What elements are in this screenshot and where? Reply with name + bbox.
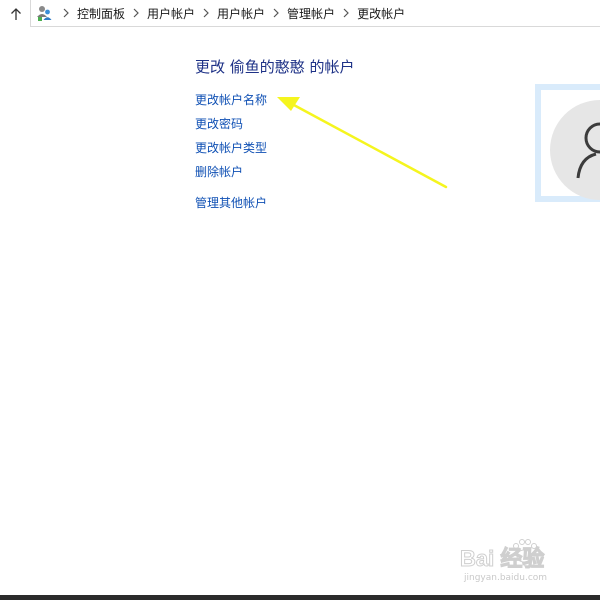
breadcrumb-item-manage-accounts[interactable]: 管理帐户 — [287, 5, 335, 22]
breadcrumb-item-control-panel[interactable]: 控制面板 — [77, 5, 125, 22]
breadcrumb-item-user-accounts[interactable]: 用户帐户 — [147, 5, 195, 22]
breadcrumb-item-change-account[interactable]: 更改帐户 — [357, 5, 405, 22]
chevron-right-icon[interactable] — [340, 7, 352, 19]
up-button[interactable] — [6, 5, 26, 23]
chevron-right-icon[interactable] — [270, 7, 282, 19]
taskbar-edge — [0, 595, 600, 600]
page-title: 更改 偷鱼的憨憨 的帐户 — [195, 58, 355, 76]
breadcrumb[interactable]: 控制面板 用户帐户 用户帐户 管理帐户 更改帐户 — [30, 0, 600, 27]
breadcrumb-item-user-accounts-2[interactable]: 用户帐户 — [217, 5, 265, 22]
chevron-right-icon — [60, 7, 72, 19]
chevron-right-icon[interactable] — [200, 7, 212, 19]
annotation-arrow — [277, 97, 448, 189]
watermark-text: Bai 经验 — [460, 546, 544, 571]
control-panel-users-icon — [35, 4, 53, 22]
control-panel-window: 控制面板 用户帐户 用户帐户 管理帐户 更改帐户 更改 偷鱼的憨憨 的帐户 更改… — [0, 0, 600, 600]
watermark-url: jingyan.baidu.com — [464, 573, 548, 583]
manage-other-accounts-link[interactable]: 管理其他帐户 — [195, 194, 267, 211]
change-account-name-link[interactable]: 更改帐户名称 — [195, 91, 267, 108]
change-password-link[interactable]: 更改密码 — [195, 115, 243, 132]
delete-account-link[interactable]: 删除帐户 — [195, 163, 243, 180]
account-picture — [541, 90, 600, 200]
avatar — [550, 100, 600, 200]
up-arrow-icon — [11, 8, 21, 20]
address-bar: 控制面板 用户帐户 用户帐户 管理帐户 更改帐户 — [0, 0, 600, 28]
chevron-right-icon[interactable] — [130, 7, 142, 19]
user-silhouette-icon — [576, 122, 600, 179]
account-picture-frame — [535, 84, 600, 202]
change-account-type-link[interactable]: 更改帐户类型 — [195, 139, 267, 156]
